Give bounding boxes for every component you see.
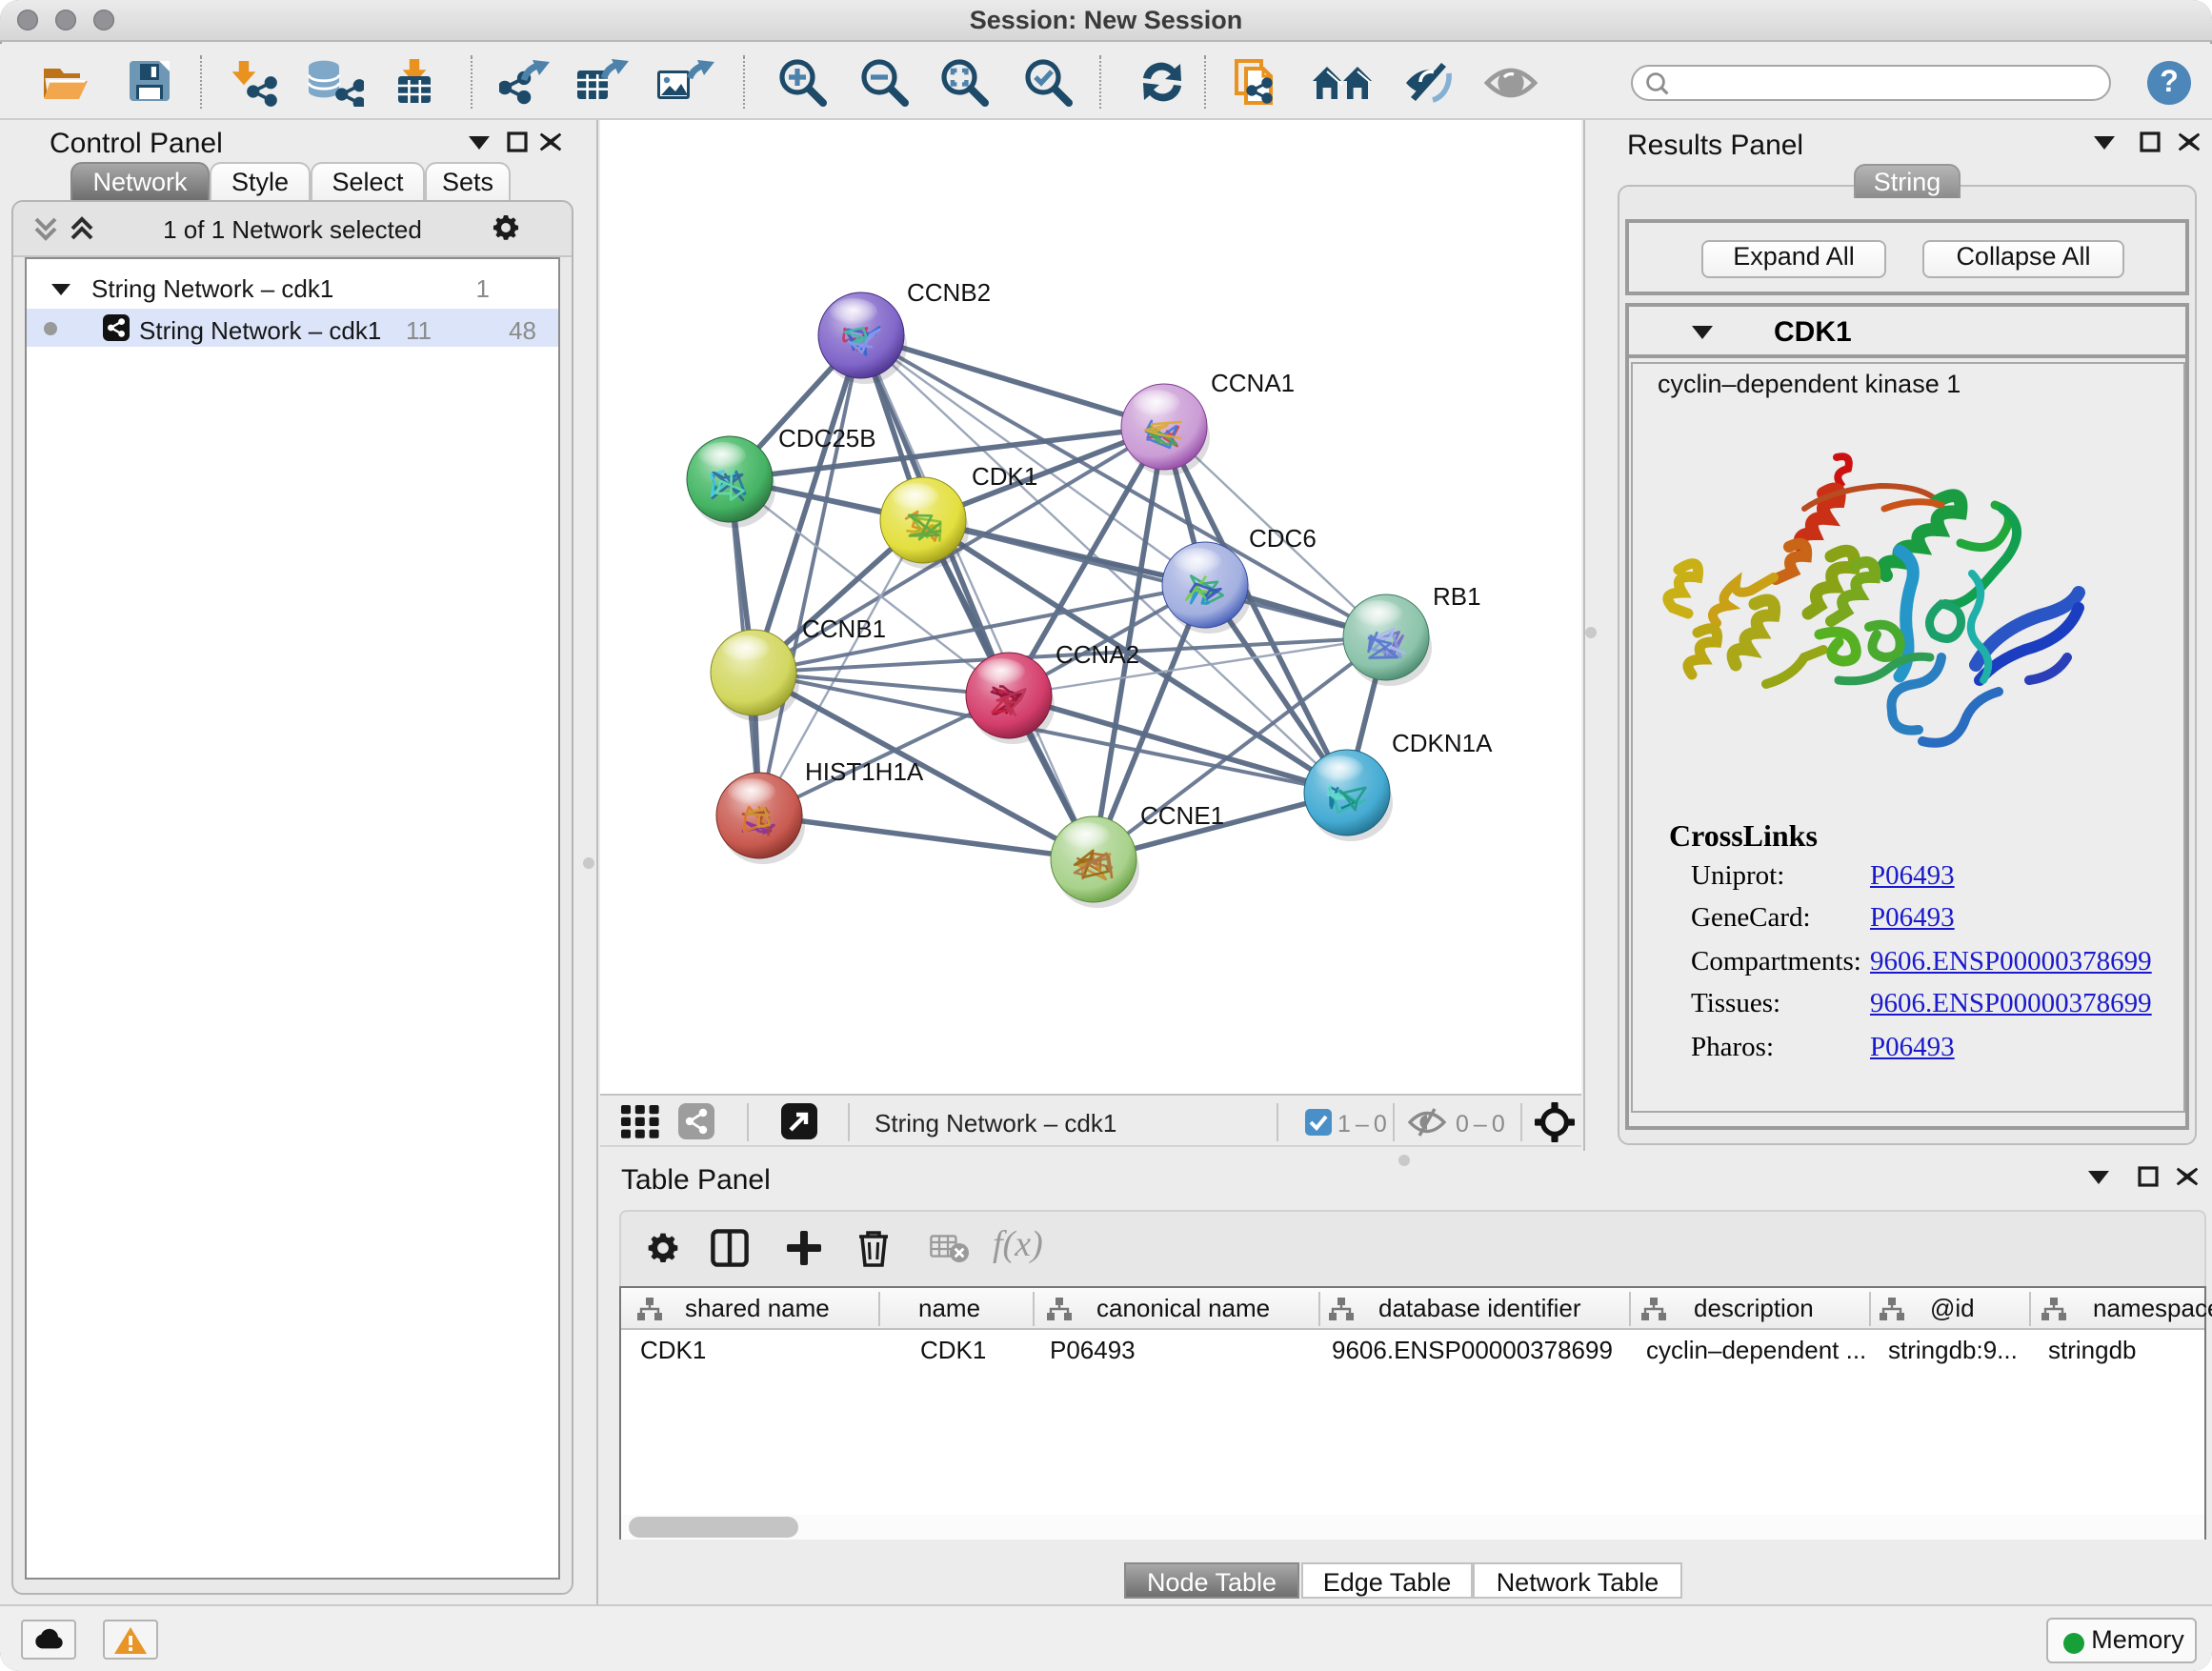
svg-text:CDC25B: CDC25B: [778, 424, 876, 453]
svg-text:CCNB1: CCNB1: [802, 614, 886, 643]
svg-text:CDK1: CDK1: [972, 462, 1037, 491]
svg-text:CDKN1A: CDKN1A: [1392, 729, 1493, 757]
svg-text:CCNB2: CCNB2: [907, 278, 991, 307]
svg-text:CCNA2: CCNA2: [1056, 640, 1139, 669]
svg-text:RB1: RB1: [1433, 582, 1481, 611]
svg-text:CCNE1: CCNE1: [1140, 801, 1224, 830]
svg-text:CDC6: CDC6: [1249, 524, 1317, 553]
svg-text:HIST1H1A: HIST1H1A: [805, 757, 924, 786]
svg-text:CCNA1: CCNA1: [1211, 369, 1295, 397]
